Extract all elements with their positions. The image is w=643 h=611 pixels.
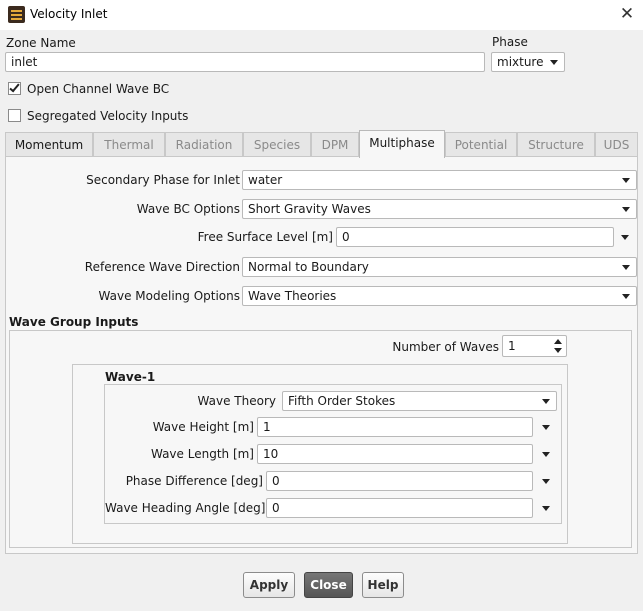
- wave-bc-options-select[interactable]: Short Gravity Waves: [242, 199, 637, 219]
- chevron-down-icon: [550, 60, 558, 65]
- close-button[interactable]: Close: [304, 572, 353, 598]
- tab-dpm[interactable]: DPM: [311, 132, 359, 157]
- phase-difference-label: Phase Difference [deg]: [125, 474, 263, 488]
- secondary-phase-value: water: [248, 173, 283, 187]
- close-icon[interactable]: ✕: [616, 3, 638, 25]
- wave-height-dropdown-icon[interactable]: [542, 425, 550, 430]
- wave-modeling-options-label: Wave Modeling Options: [98, 289, 240, 303]
- wave-bc-options-label: Wave BC Options: [136, 202, 240, 216]
- wave-height-input[interactable]: 1: [257, 417, 533, 437]
- secondary-phase-label: Secondary Phase for Inlet: [86, 173, 240, 187]
- tab-bar: Momentum Thermal Radiation Species DPM M…: [5, 130, 638, 158]
- wave-length-label: Wave Length [m]: [150, 447, 254, 461]
- free-surface-level-label: Free Surface Level [m]: [197, 230, 333, 244]
- segregated-velocity-checkbox[interactable]: [8, 109, 21, 122]
- wave-theory-value: Fifth Order Stokes: [288, 394, 396, 408]
- chevron-down-icon: [622, 207, 630, 212]
- tab-potential[interactable]: Potential: [445, 132, 517, 157]
- wave-modeling-options-select[interactable]: Wave Theories: [242, 286, 637, 306]
- free-surface-level-input[interactable]: 0: [336, 227, 614, 247]
- tab-momentum[interactable]: Momentum: [5, 132, 93, 157]
- free-surface-level-dropdown-icon[interactable]: [621, 235, 629, 240]
- open-channel-checkbox[interactable]: [8, 81, 21, 95]
- tab-radiation[interactable]: Radiation: [165, 132, 243, 157]
- number-of-waves-value: 1: [508, 339, 516, 353]
- wave-heading-angle-label: Wave Heading Angle [deg]: [105, 501, 266, 515]
- zone-name-label: Zone Name: [6, 36, 76, 50]
- chevron-down-icon: [622, 294, 630, 299]
- number-of-waves-spinner[interactable]: 1: [502, 335, 567, 357]
- wave-heading-angle-input[interactable]: 0: [266, 498, 533, 518]
- wave-heading-angle-dropdown-icon[interactable]: [542, 506, 550, 511]
- title-bar: Velocity Inlet ✕: [0, 0, 643, 30]
- zone-name-input[interactable]: inlet: [5, 52, 485, 72]
- wave-length-input[interactable]: 10: [257, 444, 533, 464]
- phase-value: mixture: [497, 55, 544, 69]
- tab-structure[interactable]: Structure: [517, 132, 595, 157]
- tab-species[interactable]: Species: [243, 132, 311, 157]
- segregated-velocity-label: Segregated Velocity Inputs: [27, 109, 189, 123]
- window-title: Velocity Inlet: [30, 7, 108, 21]
- tab-thermal[interactable]: Thermal: [93, 132, 165, 157]
- check-icon: [9, 81, 20, 93]
- wave-1-title: Wave-1: [105, 370, 156, 384]
- wave-theory-select[interactable]: Fifth Order Stokes: [282, 391, 557, 411]
- phase-difference-dropdown-icon[interactable]: [542, 479, 550, 484]
- app-icon: [8, 6, 25, 23]
- chevron-down-icon: [542, 399, 550, 404]
- phase-select[interactable]: mixture: [491, 52, 565, 72]
- tab-uds[interactable]: UDS: [595, 132, 638, 157]
- wave-height-label: Wave Height [m]: [152, 420, 254, 434]
- phase-difference-input[interactable]: 0: [266, 471, 533, 491]
- spin-down-icon[interactable]: [554, 348, 562, 353]
- secondary-phase-select[interactable]: water: [242, 170, 637, 190]
- spin-up-icon[interactable]: [554, 339, 562, 344]
- reference-wave-direction-label: Reference Wave Direction: [84, 260, 240, 274]
- phase-label: Phase: [492, 35, 528, 49]
- apply-button[interactable]: Apply: [243, 572, 295, 598]
- number-of-waves-label: Number of Waves: [392, 340, 499, 354]
- wave-bc-options-value: Short Gravity Waves: [248, 202, 371, 216]
- wave-modeling-options-value: Wave Theories: [248, 289, 337, 303]
- reference-wave-direction-select[interactable]: Normal to Boundary: [242, 257, 637, 277]
- wave-length-dropdown-icon[interactable]: [542, 452, 550, 457]
- reference-wave-direction-value: Normal to Boundary: [248, 260, 369, 274]
- tab-multiphase[interactable]: Multiphase: [359, 130, 445, 158]
- chevron-down-icon: [622, 265, 630, 270]
- open-channel-label: Open Channel Wave BC: [27, 82, 170, 96]
- chevron-down-icon: [622, 178, 630, 183]
- wave-theory-label: Wave Theory: [197, 394, 276, 408]
- help-button[interactable]: Help: [362, 572, 404, 598]
- wave-group-title: Wave Group Inputs: [9, 315, 139, 329]
